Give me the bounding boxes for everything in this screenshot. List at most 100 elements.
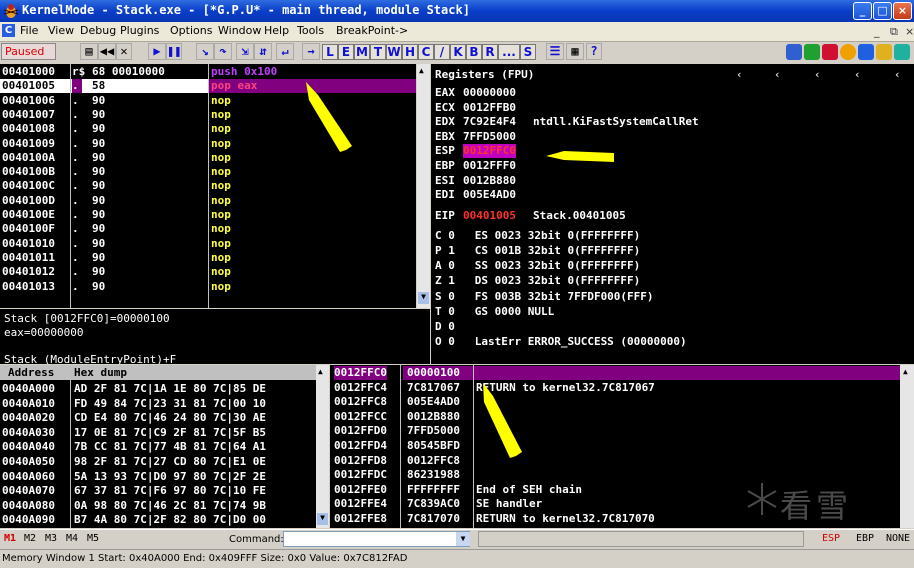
tool-windows[interactable]: W — [386, 44, 402, 60]
register-value[interactable]: 7FFD5000 — [463, 130, 516, 144]
plugin-icon-2[interactable] — [804, 44, 820, 60]
stack-column-separator[interactable] — [473, 365, 474, 528]
plugin-icon-3[interactable] — [822, 44, 838, 60]
help-button[interactable]: ? — [586, 43, 602, 60]
pause-button[interactable]: ❚❚ — [166, 43, 182, 60]
plugin-icon-1[interactable] — [786, 44, 802, 60]
dump-hex[interactable]: 17 0E 81 7C|C9 2F 81 7C|5F B5 — [74, 426, 266, 440]
list-button[interactable]: ☰ — [546, 43, 564, 60]
dump-hex[interactable]: AD 2F 81 7C|1A 1E 80 7C|85 DE — [74, 382, 266, 396]
trace-over-button[interactable]: ⇵ — [254, 43, 272, 60]
stack-row[interactable]: 0012FFC0 00000100 — [330, 366, 900, 380]
memory-tab-m3[interactable]: M3 — [45, 533, 57, 544]
memory-tab-m4[interactable]: M4 — [66, 533, 78, 544]
stack-row[interactable]: 0012FFD4 80545BFD — [330, 439, 900, 453]
menu-plugins[interactable]: Plugins — [120, 24, 159, 37]
restart-button[interactable]: ◀◀ — [98, 43, 116, 60]
registers-arrow-icon[interactable]: ‹ — [854, 68, 861, 82]
tool-breakpoints[interactable]: B — [466, 44, 482, 60]
menu-debug[interactable]: Debug — [80, 24, 116, 37]
dump-address[interactable]: 0040A010 — [2, 397, 55, 411]
dump-address[interactable]: 0040A070 — [2, 484, 55, 498]
close-button[interactable]: × — [893, 2, 912, 20]
dump-address[interactable]: 0040A050 — [2, 455, 55, 469]
plugin-icon-4[interactable] — [840, 44, 856, 60]
dump-address[interactable]: 0040A030 — [2, 426, 55, 440]
memory-tab-m2[interactable]: M2 — [24, 533, 36, 544]
step-over-button[interactable]: ↷ — [214, 43, 232, 60]
maximize-button[interactable]: □ — [873, 2, 892, 20]
tool-log[interactable]: L — [322, 44, 338, 60]
menu-help[interactable]: Help — [264, 24, 289, 37]
none-button[interactable]: NONE — [886, 533, 910, 544]
flag-line[interactable]: P 1 CS 001B 32bit 0(FFFFFFFF) — [435, 244, 640, 258]
scroll-down-icon[interactable]: ▼ — [317, 513, 328, 525]
dump-hex[interactable]: 67 37 81 7C|F6 97 80 7C|10 FE — [74, 484, 266, 498]
tool-references[interactable]: R — [482, 44, 498, 60]
scroll-up-icon[interactable]: ▲ — [419, 66, 424, 75]
registers-arrow-icon[interactable]: ‹ — [736, 68, 743, 82]
dump-hex[interactable]: FD 49 84 7C|23 31 81 7C|00 10 — [74, 397, 266, 411]
stack-row[interactable]: 0012FFD0 7FFD5000 — [330, 424, 900, 438]
appearance-button[interactable]: ▦ — [566, 43, 584, 60]
open-button[interactable]: ▤ — [80, 43, 98, 60]
dump-address[interactable]: 0040A020 — [2, 411, 55, 425]
tool-source[interactable]: S — [520, 44, 536, 60]
register-value[interactable]: 005E4AD0 — [463, 188, 516, 202]
goto-button[interactable]: → — [302, 43, 320, 60]
register-value[interactable]: 0012FFF0 — [463, 159, 516, 173]
flag-line[interactable]: A 0 SS 0023 32bit 0(FFFFFFFF) — [435, 259, 640, 273]
minimize-button[interactable]: _ — [853, 2, 872, 20]
dump-column-separator[interactable] — [70, 365, 71, 528]
registers-header[interactable]: Registers (FPU) — [435, 68, 534, 82]
command-input[interactable] — [283, 531, 470, 547]
dump-address[interactable]: 0040A060 — [2, 470, 55, 484]
register-value[interactable]: 0012FFC0 — [463, 144, 516, 159]
stack-row[interactable]: 0012FFC4 7C817067 RETURN to kernel32.7C817… — [330, 381, 900, 395]
disasm-column-separator[interactable] — [70, 64, 71, 308]
stack-scrollbar[interactable]: ▲ — [900, 365, 914, 528]
dump-header-address[interactable]: Address — [8, 366, 54, 380]
menu-tools[interactable]: Tools — [297, 24, 324, 37]
tool-executables[interactable]: E — [338, 44, 354, 60]
menu-window[interactable]: Window — [218, 24, 261, 37]
child-restore-icon[interactable]: ⧉ — [890, 25, 898, 39]
menu-breakpoint[interactable]: BreakPoint-> — [336, 24, 408, 37]
stack-column-separator[interactable] — [400, 365, 401, 528]
tool-callstack[interactable]: K — [450, 44, 466, 60]
flag-line[interactable]: O 0 LastErr ERROR_SUCCESS (00000000) — [435, 335, 687, 349]
menu-file[interactable]: File — [20, 24, 38, 37]
dump-hex[interactable]: CD E4 80 7C|46 24 80 7C|30 AE — [74, 411, 266, 425]
register-value[interactable]: 7C92E4F4 — [463, 115, 516, 129]
stack-row[interactable]: 0012FFD8 0012FFC8 — [330, 454, 900, 468]
child-close-icon[interactable]: × — [905, 25, 914, 38]
trace-into-button[interactable]: ⇲ — [236, 43, 254, 60]
dump-hex[interactable]: 5A 13 93 7C|D0 97 80 7C|2F 2E — [74, 470, 266, 484]
dump-hex[interactable]: 98 2F 81 7C|27 CD 80 7C|E1 0E — [74, 455, 266, 469]
registers-arrow-icon[interactable]: ‹ — [894, 68, 901, 82]
stack-row[interactable]: 0012FFCC 0012B880 — [330, 410, 900, 424]
tool-patches[interactable]: / — [434, 44, 450, 60]
dump-pane[interactable]: Address Hex dump 0040A000 AD 2F 81 7C|1A … — [0, 365, 316, 528]
registers-arrow-icon[interactable]: ‹ — [814, 68, 821, 82]
plugin-icon-6[interactable] — [876, 44, 892, 60]
register-value[interactable]: 00000000 — [463, 86, 516, 100]
tool-threads[interactable]: T — [370, 44, 386, 60]
register-value[interactable]: 0012B880 — [463, 174, 516, 188]
scroll-up-icon[interactable]: ▲ — [318, 367, 323, 376]
tool-cpu[interactable]: C — [418, 44, 434, 60]
stack-pane[interactable]: 0012FFC0 00000100 0012FFC4 7C817067 RETURN t… — [330, 365, 900, 528]
memory-tab-m5[interactable]: M5 — [87, 533, 99, 544]
flag-line[interactable]: S 0 FS 003B 32bit 7FFDF000(FFF) — [435, 290, 654, 304]
register-value[interactable]: 00401005 — [463, 209, 516, 223]
dump-header-hex[interactable]: Hex dump — [74, 366, 127, 380]
flag-line[interactable]: T 0 GS 0000 NULL — [435, 305, 554, 319]
flag-line[interactable]: D 0 — [435, 320, 455, 334]
registers-pane[interactable]: Registers (FPU) ‹ ‹ ‹ ‹ ‹ EAX 00000000 ECX… — [431, 64, 914, 364]
disasm-column-separator[interactable] — [208, 64, 209, 308]
menu-options[interactable]: Options — [170, 24, 212, 37]
disasm-scrollbar[interactable]: ▲ ▼ — [417, 64, 430, 308]
dump-address[interactable]: 0040A040 — [2, 440, 55, 454]
run-button[interactable]: ▶ — [148, 43, 166, 60]
disassembly-pane[interactable]: 00401000 r$ 68 00010000 push 0x100 00401005.… — [0, 64, 416, 308]
